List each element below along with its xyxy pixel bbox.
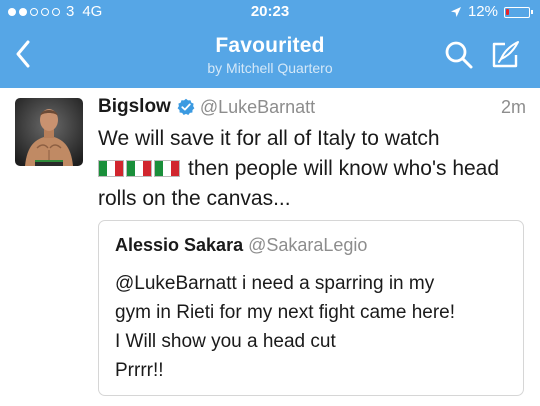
- quoted-author-row: Alessio Sakara @SakaraLegio: [115, 235, 367, 256]
- tweet-author-row: Bigslow @LukeBarnatt: [98, 94, 315, 120]
- status-right: 12%: [450, 0, 533, 24]
- verified-badge-icon: [177, 98, 195, 115]
- tweet-timestamp: 2m: [500, 97, 526, 117]
- tweet-text-line-2: then people will know who's head: [98, 154, 528, 184]
- quoted-text-line: Prrrr!!: [115, 360, 164, 381]
- quoted-text-line: gym in Rieti for my next fight came here…: [115, 302, 456, 323]
- quoted-text-line: I Will show you a head cut: [115, 331, 336, 352]
- location-arrow-icon: [450, 7, 461, 17]
- italy-flag-icon: [154, 160, 180, 177]
- author-handle[interactable]: @LukeBarnatt: [200, 97, 315, 118]
- battery-icon: [504, 6, 533, 18]
- battery-level: [506, 8, 509, 15]
- compose-button[interactable]: [488, 38, 522, 72]
- quoted-text: @LukeBarnatt i need a sparring in my gym…: [115, 269, 511, 385]
- search-button[interactable]: [442, 38, 476, 72]
- battery-percent: 12%: [467, 3, 498, 20]
- top-bar: 3 4G 20:23 12% Favourited by Mitchell Qu…: [0, 0, 540, 88]
- quoted-handle: @SakaraLegio: [248, 235, 368, 255]
- profile-photo: [15, 98, 83, 166]
- italy-flag-icon: [98, 160, 124, 177]
- italy-flag-icon: [126, 160, 152, 177]
- italy-flag-emojis: [98, 154, 182, 184]
- author-display-name[interactable]: Bigslow: [98, 96, 171, 118]
- tweet-text-line-3: rolls on the canvas...: [98, 187, 291, 210]
- tweet-text-after-flags: then people will know who's head: [188, 157, 500, 180]
- status-bar: 3 4G 20:23 12%: [0, 0, 540, 24]
- avatar[interactable]: [15, 98, 83, 166]
- nav-bar: Favourited by Mitchell Quartero: [0, 26, 540, 88]
- tweet-card[interactable]: Bigslow @LukeBarnatt 2m We will save it …: [0, 88, 540, 406]
- tweet-text: We will save it for all of Italy to watc…: [98, 124, 528, 214]
- quoted-tweet[interactable]: Alessio Sakara @SakaraLegio @LukeBarnatt …: [98, 220, 524, 396]
- search-icon: [445, 41, 473, 69]
- quoted-text-line: @LukeBarnatt i need a sparring in my: [115, 273, 435, 294]
- tweet-text-line-1: We will save it for all of Italy to watc…: [98, 127, 440, 150]
- compose-icon: [492, 41, 519, 68]
- quoted-display-name: Alessio Sakara: [115, 235, 244, 255]
